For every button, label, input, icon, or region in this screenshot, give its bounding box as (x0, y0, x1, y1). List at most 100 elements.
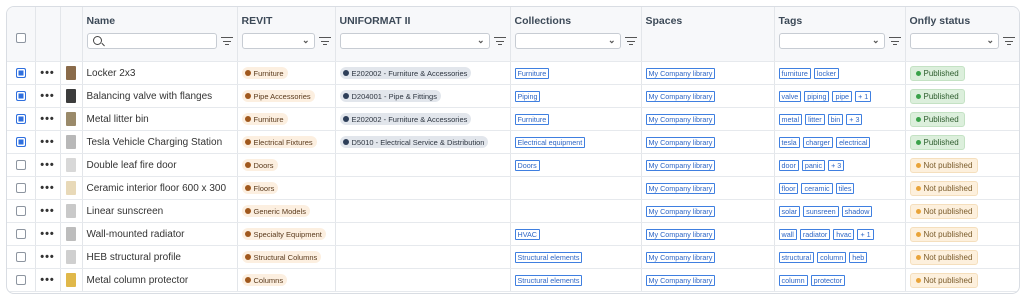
object-name[interactable]: Metal column protector (87, 275, 189, 286)
tag-chip[interactable]: valve (778, 90, 802, 102)
tag-chip[interactable]: panic (801, 159, 826, 171)
more-options-icon[interactable]: ••• (40, 67, 55, 79)
collection-tag[interactable]: Doors (514, 159, 540, 171)
filter-icon[interactable] (624, 36, 637, 46)
select-all-checkbox[interactable] (15, 33, 26, 43)
tag-chip[interactable]: locker (813, 67, 840, 79)
more-options-icon[interactable]: ••• (40, 113, 55, 125)
table-row[interactable]: ••• Balancing valve with flanges Pipe Acce… (7, 84, 1019, 108)
tag-chip[interactable]: hvac (833, 228, 855, 240)
row-checkbox[interactable] (15, 275, 26, 285)
row-checkbox[interactable] (15, 183, 26, 193)
collection-tag[interactable]: Furniture (514, 113, 550, 125)
object-name[interactable]: Metal litter bin (87, 114, 149, 125)
tag-chip[interactable]: door (778, 159, 799, 171)
space-tag[interactable]: My Company library (645, 113, 716, 125)
filter-icon[interactable] (493, 36, 506, 46)
collection-tag[interactable]: Structural elements (514, 251, 583, 263)
tag-chip[interactable]: protector (810, 274, 846, 286)
object-name[interactable]: Locker 2x3 (87, 68, 136, 79)
tag-chip[interactable]: sunsreen (803, 205, 839, 217)
space-tag[interactable]: My Company library (645, 228, 716, 240)
object-name[interactable]: HEB structural profile (87, 252, 181, 263)
more-options-icon[interactable]: ••• (40, 159, 55, 171)
collection-tag[interactable]: Structural elements (514, 274, 583, 286)
object-name[interactable]: Balancing valve with flanges (87, 91, 213, 102)
tag-chip[interactable]: furniture (778, 67, 811, 79)
revit-filter-select[interactable]: ⌄ (241, 33, 315, 49)
filter-icon[interactable] (220, 36, 233, 46)
tag-chip[interactable]: floor (778, 182, 799, 194)
table-row[interactable]: ••• Tesla Vehicle Charging Station Electri… (7, 130, 1019, 154)
tag-chip[interactable]: wall (778, 228, 797, 240)
space-tag[interactable]: My Company library (645, 274, 716, 286)
row-checkbox[interactable] (15, 252, 26, 262)
space-tag[interactable]: My Company library (645, 251, 716, 263)
more-options-icon[interactable]: ••• (40, 274, 55, 286)
row-checkbox[interactable] (15, 160, 26, 170)
row-checkbox[interactable] (15, 137, 26, 147)
object-name[interactable]: Tesla Vehicle Charging Station (87, 137, 223, 148)
space-tag[interactable]: My Company library (645, 205, 716, 217)
tag-chip[interactable]: + 1 (855, 90, 872, 102)
object-name[interactable]: Linear sunscreen (87, 206, 164, 217)
filter-icon[interactable] (1003, 36, 1015, 46)
tag-chip[interactable]: litter (805, 113, 825, 125)
table-row[interactable]: ••• Wall-mounted radiator Specialty Equipm… (7, 222, 1019, 246)
space-tag[interactable]: My Company library (645, 159, 716, 171)
object-name[interactable]: Double leaf fire door (87, 160, 177, 171)
object-name[interactable]: Ceramic interior floor 600 x 300 (87, 183, 227, 194)
tag-chip[interactable]: heb (849, 251, 868, 263)
row-checkbox[interactable] (15, 206, 26, 216)
filter-icon[interactable] (318, 36, 331, 46)
row-checkbox[interactable] (15, 68, 26, 78)
tag-chip[interactable]: + 3 (828, 159, 845, 171)
table-row[interactable]: ••• HEB structural profile Structural Colu… (7, 245, 1019, 269)
tag-chip[interactable]: tesla (778, 136, 800, 148)
table-row[interactable]: ••• Linear sunscreen Generic Models My Comp… (7, 199, 1019, 223)
tag-chip[interactable]: tiles (835, 182, 855, 194)
table-row[interactable]: ••• Locker 2x3 Furniture E202002 - Furnitur… (7, 61, 1019, 85)
tag-chip[interactable]: ceramic (801, 182, 833, 194)
collection-tag[interactable]: HVAC (514, 228, 540, 240)
more-options-icon[interactable]: ••• (40, 90, 55, 102)
collection-tag[interactable]: Piping (514, 90, 541, 102)
table-row[interactable]: ••• Double leaf fire door Doors Doors My Com… (7, 153, 1019, 177)
tag-chip[interactable]: + 1 (857, 228, 874, 240)
status-filter-select[interactable]: ⌄ (909, 33, 999, 49)
tag-chip[interactable]: radiator (799, 228, 831, 240)
tag-chip[interactable]: bin (827, 113, 844, 125)
filter-icon[interactable] (888, 36, 901, 46)
table-row[interactable]: ••• Ceramic interior floor 600 x 300 Floor… (7, 176, 1019, 200)
more-options-icon[interactable]: ••• (40, 182, 55, 194)
tag-chip[interactable]: piping (804, 90, 830, 102)
name-search-input[interactable] (86, 33, 217, 49)
row-checkbox[interactable] (15, 229, 26, 239)
table-row[interactable]: ••• Metal litter bin Furniture E202002 - Fu… (7, 107, 1019, 131)
tag-chip[interactable]: column (778, 274, 808, 286)
space-tag[interactable]: My Company library (645, 90, 716, 102)
tag-chip[interactable]: charger (802, 136, 834, 148)
object-name[interactable]: Wall-mounted radiator (87, 229, 185, 240)
more-options-icon[interactable]: ••• (40, 228, 55, 240)
tag-chip[interactable]: + 3 (846, 113, 863, 125)
more-options-icon[interactable]: ••• (40, 136, 55, 148)
collection-tag[interactable]: Electrical equipment (514, 136, 586, 148)
tags-filter-select[interactable]: ⌄ (778, 33, 885, 49)
space-tag[interactable]: My Company library (645, 67, 716, 79)
space-tag[interactable]: My Company library (645, 136, 716, 148)
row-checkbox[interactable] (15, 91, 26, 101)
more-options-icon[interactable]: ••• (40, 205, 55, 217)
more-options-icon[interactable]: ••• (40, 251, 55, 263)
tag-chip[interactable]: pipe (832, 90, 853, 102)
uniformat-filter-select[interactable]: ⌄ (339, 33, 490, 49)
tag-chip[interactable]: column (817, 251, 847, 263)
tag-chip[interactable]: metal (778, 113, 803, 125)
row-checkbox[interactable] (15, 114, 26, 124)
space-tag[interactable]: My Company library (645, 182, 716, 194)
collections-filter-select[interactable]: ⌄ (514, 33, 621, 49)
tag-chip[interactable]: shadow (841, 205, 873, 217)
tag-chip[interactable]: electrical (836, 136, 871, 148)
collection-tag[interactable]: Furniture (514, 67, 550, 79)
table-row[interactable]: ••• Metal column protector Columns Structur… (7, 268, 1019, 292)
